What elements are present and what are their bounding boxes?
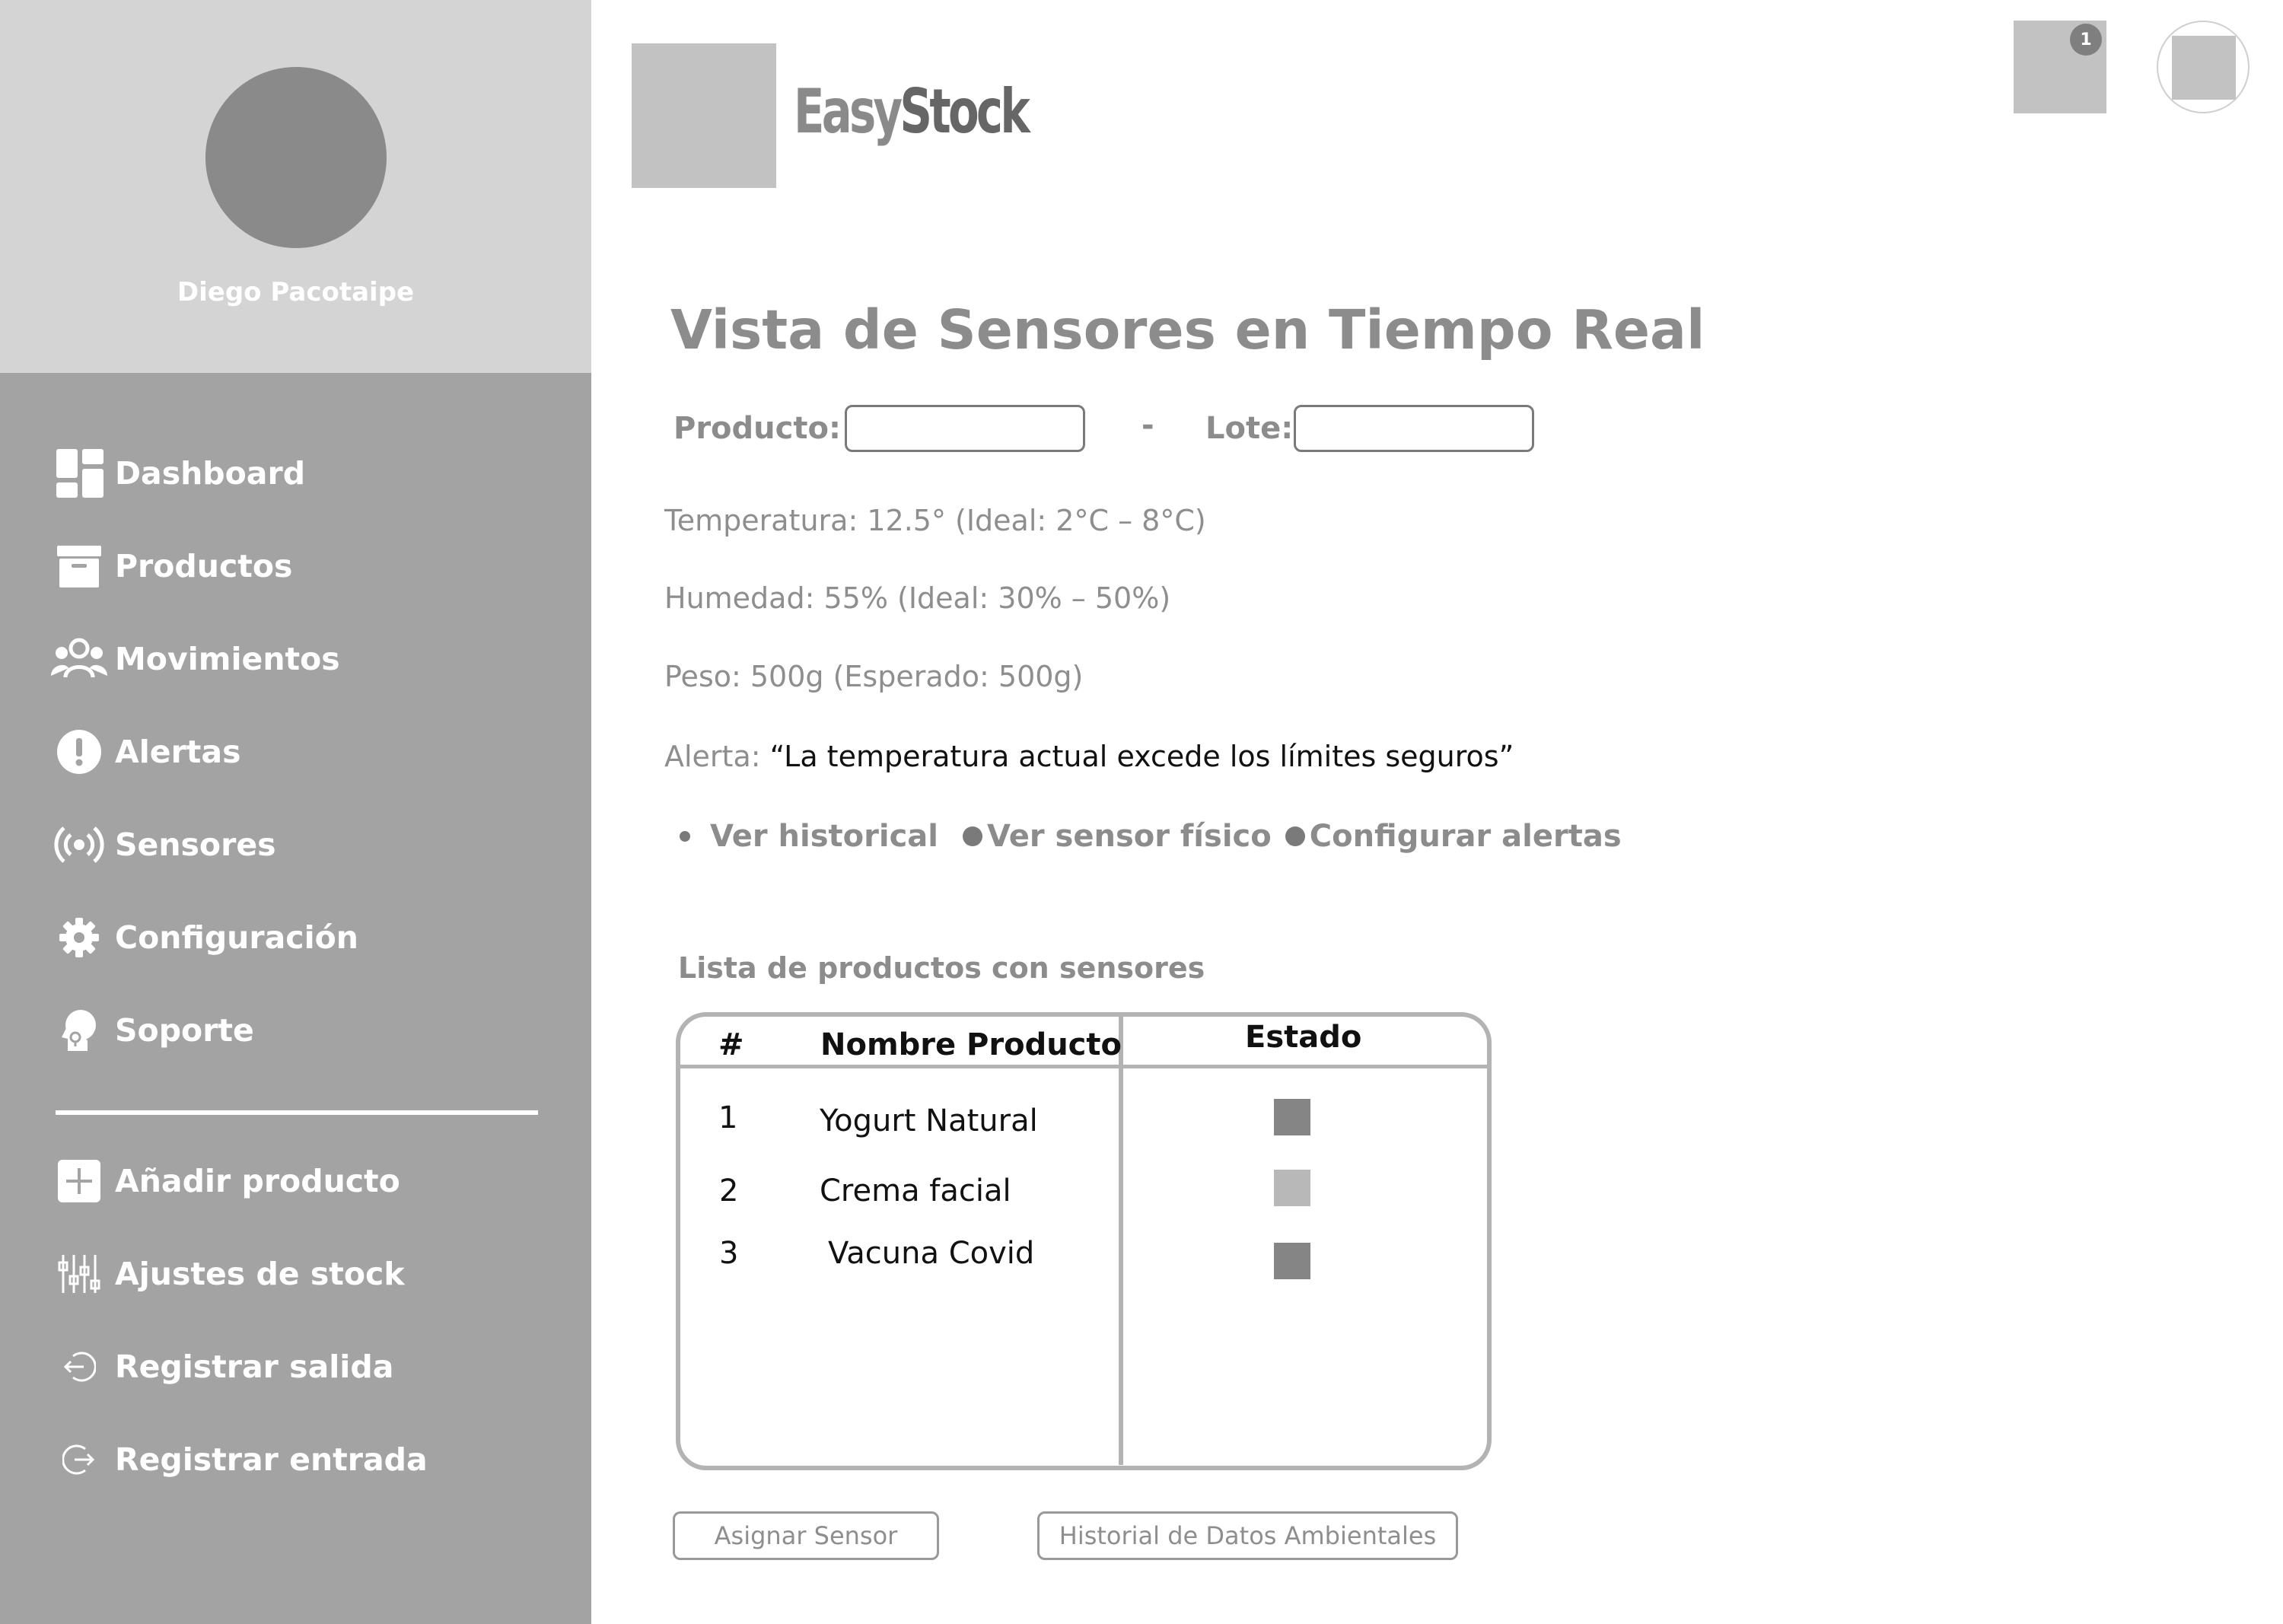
gear-icon <box>50 909 108 966</box>
assign-sensor-button[interactable]: Asignar Sensor <box>673 1511 939 1560</box>
sliders-icon <box>50 1245 108 1303</box>
sidebar-item-anadir-producto[interactable]: Añadir producto <box>50 1151 400 1212</box>
temperature-reading: Temperatura: 12.5° (Ideal: 2°C – 8°C) <box>664 504 1206 537</box>
dashboard-icon <box>50 444 108 502</box>
brand-stock: Stock <box>900 76 1030 147</box>
avatar[interactable] <box>205 67 387 248</box>
user-menu-button[interactable] <box>2157 21 2250 113</box>
action-label: Configurar alertas <box>1309 819 1622 854</box>
view-history-link[interactable]: Ver historical <box>680 819 938 854</box>
view-sensor-link[interactable]: Ver sensor físico <box>963 819 1272 854</box>
sidebar-item-configuracion[interactable]: Configuración <box>50 907 358 968</box>
logo-placeholder <box>632 43 776 188</box>
row-3-status-indicator <box>1274 1243 1310 1279</box>
alert-label: Alerta: <box>664 740 770 773</box>
sidebar-item-label: Alertas <box>115 734 241 770</box>
environmental-history-button[interactable]: Historial de Datos Ambientales <box>1037 1511 1458 1560</box>
sidebar-divider <box>56 1110 538 1115</box>
sidebar-item-label: Dashboard <box>115 455 306 492</box>
users-group-icon <box>50 630 108 688</box>
broadcast-icon <box>50 816 108 874</box>
products-table <box>676 1012 1492 1470</box>
row-2-number: 2 <box>719 1173 739 1208</box>
bullet-icon <box>1285 826 1305 846</box>
humidity-reading: Humedad: 55% (Ideal: 30% – 50%) <box>664 581 1171 615</box>
sidebar-item-label: Ajustes de stock <box>115 1256 405 1292</box>
profile-panel: Diego Pacotaipe <box>0 0 591 373</box>
weight-reading: Peso: 500g (Esperado: 500g) <box>664 660 1084 693</box>
sidebar-item-label: Movimientos <box>115 641 340 677</box>
sidebar-item-registrar-salida[interactable]: Registrar salida <box>50 1336 393 1397</box>
bullet-icon <box>680 831 690 842</box>
configure-alerts-link[interactable]: Configurar alertas <box>1285 819 1622 854</box>
sidebar-item-alertas[interactable]: Alertas <box>50 721 240 782</box>
sidebar-item-label: Añadir producto <box>115 1163 400 1199</box>
action-links: Ver historical Ver sensor físico Configu… <box>680 819 1622 854</box>
alert-reading: Alerta: “La temperatura actual excede lo… <box>664 740 1514 773</box>
row-2-name: Crema facial <box>820 1173 1011 1208</box>
sidebar-item-productos[interactable]: Productos <box>50 536 292 597</box>
alert-message: “La temperatura actual excede los límite… <box>769 740 1514 773</box>
exclamation-circle-icon <box>50 723 108 781</box>
row-1-name: Yogurt Natural <box>820 1103 1038 1138</box>
column-header-status: Estado <box>1245 1020 1362 1055</box>
notifications-button[interactable]: 1 <box>2014 21 2106 113</box>
sidebar-item-soporte[interactable]: Soporte <box>50 1000 254 1061</box>
lot-input[interactable] <box>1294 405 1534 452</box>
sidebar-item-label: Registrar salida <box>115 1349 394 1385</box>
sidebar-item-sensores[interactable]: Sensores <box>50 814 276 875</box>
sign-out-icon <box>50 1338 108 1396</box>
row-3-name: Vacuna Covid <box>828 1236 1035 1271</box>
row-1-status-indicator <box>1274 1099 1310 1135</box>
bullet-icon <box>963 826 982 846</box>
sidebar-item-movimientos[interactable]: Movimientos <box>50 629 340 689</box>
sidebar-item-label: Productos <box>115 548 293 584</box>
sidebar-item-label: Soporte <box>115 1012 254 1049</box>
lot-label: Lote: <box>1205 411 1294 446</box>
brand-logo: EasyStock <box>794 76 1030 147</box>
product-label: Producto: <box>673 411 841 446</box>
table-header-divider <box>680 1065 1488 1068</box>
user-avatar-placeholder <box>2172 36 2236 100</box>
column-header-number: # <box>718 1027 744 1062</box>
sensor-products-list-title: Lista de productos con sensores <box>678 951 1205 985</box>
action-label: Ver sensor físico <box>987 819 1272 854</box>
filter-separator: - <box>1142 408 1154 443</box>
headset-icon <box>50 1001 108 1059</box>
sidebar: Diego Pacotaipe Dashboard Productos Movi… <box>0 0 591 1624</box>
sidebar-item-ajustes-stock[interactable]: Ajustes de stock <box>50 1243 405 1304</box>
table-column-divider <box>1119 1016 1123 1465</box>
row-2-status-indicator <box>1274 1170 1310 1206</box>
plus-square-icon <box>50 1152 108 1210</box>
sidebar-item-registrar-entrada[interactable]: Registrar entrada <box>50 1429 428 1490</box>
sign-in-icon <box>50 1431 108 1489</box>
product-input[interactable] <box>845 405 1085 452</box>
archive-box-icon <box>50 537 108 595</box>
sidebar-item-label: Configuración <box>115 919 358 956</box>
sidebar-item-dashboard[interactable]: Dashboard <box>50 443 305 504</box>
column-header-name: Nombre Producto <box>820 1027 1122 1062</box>
profile-name: Diego Pacotaipe <box>177 277 415 307</box>
sidebar-item-label: Registrar entrada <box>115 1441 428 1478</box>
page-title: Vista de Sensores en Tiempo Real <box>670 298 1705 361</box>
notification-badge: 1 <box>2070 24 2102 56</box>
brand-easy: Easy <box>794 76 903 147</box>
sidebar-item-label: Sensores <box>115 826 276 863</box>
action-label: Ver historical <box>710 819 938 854</box>
row-3-number: 3 <box>719 1236 739 1271</box>
row-1-number: 1 <box>718 1100 738 1135</box>
